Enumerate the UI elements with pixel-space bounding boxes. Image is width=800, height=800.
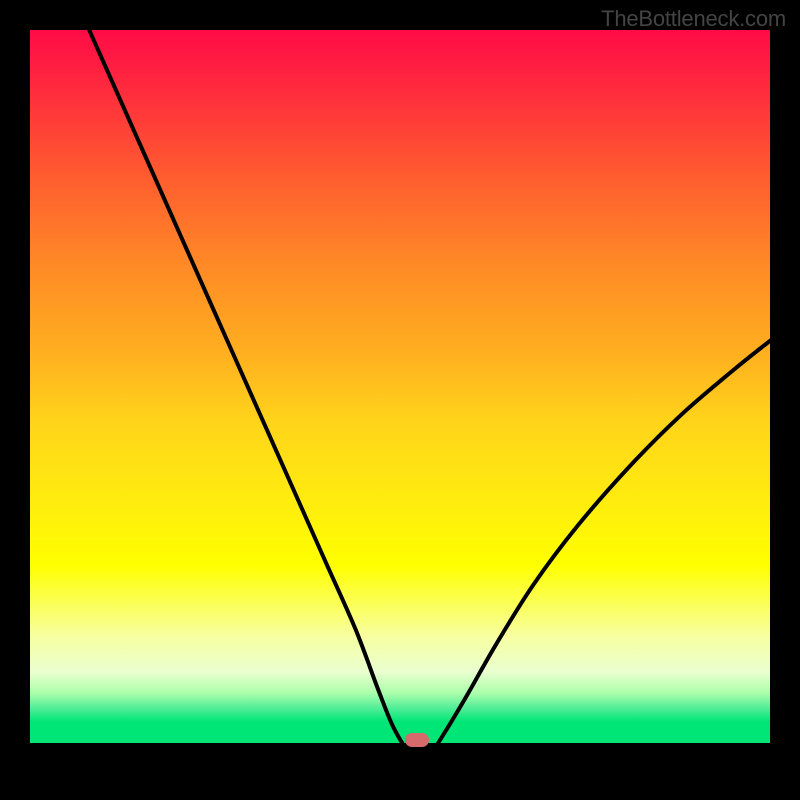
watermark-text: TheBottleneck.com [601,6,786,32]
plot-area [30,30,770,770]
optimal-point-marker [405,733,429,747]
chart-container: TheBottleneck.com [0,0,800,800]
curve-path [89,30,770,765]
bottleneck-curve [30,30,770,770]
